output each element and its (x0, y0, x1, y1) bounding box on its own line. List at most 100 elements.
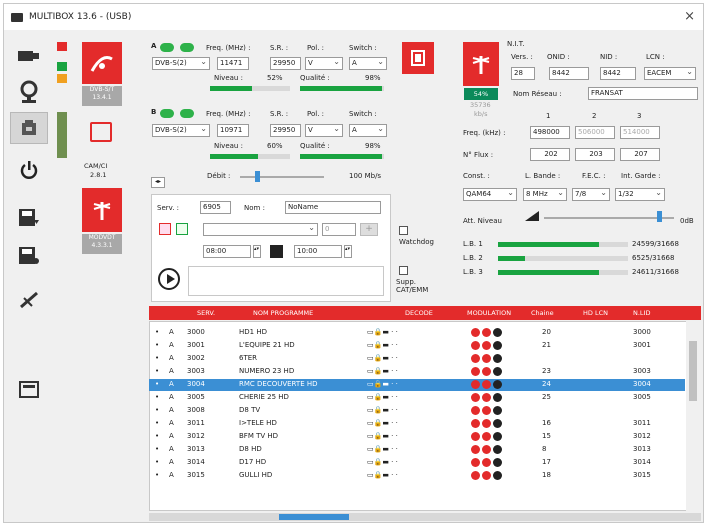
tuner-a-switch-select[interactable]: A (349, 57, 387, 70)
col-chaine[interactable]: Chaine (531, 309, 554, 317)
nom-reseau-input[interactable]: FRANSAT (588, 87, 698, 100)
add-service-green-icon[interactable] (176, 223, 188, 235)
debit-slider-thumb[interactable] (255, 171, 260, 182)
modulator-device-button[interactable] (82, 188, 122, 232)
nom-input[interactable]: NoName (285, 201, 381, 214)
antenna-tools-icon[interactable] (10, 284, 48, 316)
lbande-select[interactable]: 8 MHz (523, 188, 567, 201)
garde-select[interactable]: 1/32 (615, 188, 665, 201)
modulation-icons[interactable] (471, 406, 504, 415)
lcn-select[interactable]: EACEM (644, 67, 696, 80)
decode-icons[interactable]: ▭🔒▬ · · (367, 419, 398, 427)
decode-icons[interactable]: ▭🔒▬ · · (367, 380, 398, 388)
satellite-device-button[interactable] (82, 42, 122, 84)
power-icon[interactable] (10, 154, 48, 186)
close-button[interactable]: × (684, 9, 695, 24)
table-row[interactable]: • A 3013 D8 HD 8 3013 ▭🔒▬ · · (149, 444, 685, 456)
tuner-b-sr-input[interactable]: 29950 (270, 124, 301, 137)
decode-icons[interactable]: ▭🔒▬ · · (367, 367, 398, 375)
stop-icon[interactable] (270, 245, 283, 258)
modulation-icons[interactable] (471, 432, 504, 441)
table-row[interactable]: • A 3004 RMC DECOUVERTE HD 24 3004 ▭🔒▬ · · (149, 379, 685, 391)
nid-input[interactable]: 8442 (600, 67, 636, 80)
modulation-icons[interactable] (471, 341, 504, 350)
table-hscroll[interactable] (149, 513, 701, 521)
col-modulation[interactable]: MODULATION (467, 309, 511, 317)
display-icon[interactable] (10, 374, 48, 406)
table-row[interactable]: • A 3014 D17 HD 17 3014 ▭🔒▬ · · (149, 457, 685, 469)
tuner-b-toggle[interactable] (160, 109, 174, 118)
tuner-a-freq-input[interactable]: 11471 (217, 57, 249, 70)
modulation-icons[interactable] (471, 367, 504, 376)
decode-icons[interactable]: ▭🔒▬ · · (367, 393, 398, 401)
nflux-3-input[interactable]: 207 (620, 148, 660, 161)
table-vscroll[interactable] (686, 321, 700, 511)
modulation-icons[interactable] (471, 458, 504, 467)
tuner-b-std-select[interactable]: DVB-S(2) (152, 124, 210, 137)
tuner-a-std-select[interactable]: DVB-S(2) (152, 57, 210, 70)
modulation-icons[interactable] (471, 471, 504, 480)
device-icon[interactable] (10, 112, 48, 144)
location-icon[interactable] (10, 76, 48, 108)
col-hd-lcn[interactable]: HD LCN (583, 309, 608, 317)
modulation-icons[interactable] (471, 445, 504, 454)
table-row[interactable]: • A 3012 BFM TV HD 15 3012 ▭🔒▬ · · (149, 431, 685, 443)
add-service-icon[interactable] (159, 223, 171, 235)
fec-select[interactable]: 7/8 (572, 188, 610, 201)
expand-button[interactable]: ◂▸ (151, 177, 165, 188)
table-row[interactable]: • A 3011 I>TELE HD 16 3011 ▭🔒▬ · · (149, 418, 685, 430)
watchdog-checkbox[interactable] (399, 226, 408, 235)
col-serv[interactable]: SERV. (197, 309, 215, 317)
col-decode[interactable]: DECODE (405, 309, 433, 317)
col-nom-programme[interactable]: NOM PROGRAMME (253, 309, 313, 317)
save-icon[interactable] (10, 240, 48, 272)
att-slider[interactable] (544, 217, 674, 219)
tuner-a-pol-select[interactable]: V (305, 57, 343, 70)
freq-1-input[interactable]: 498000 (530, 126, 570, 139)
modulation-icons[interactable] (471, 354, 504, 363)
decode-icons[interactable]: ▭🔒▬ · · (367, 432, 398, 440)
table-row[interactable]: • A 3008 D8 TV ▭🔒▬ · · (149, 405, 685, 417)
tuner-b-pol-select[interactable]: V (305, 124, 343, 137)
table-row[interactable]: • A 3001 L'EQUIPE 21 HD 21 3001 ▭🔒▬ · · (149, 340, 685, 352)
tuner-b-freq-input[interactable]: 10971 (217, 124, 249, 137)
decode-icons[interactable]: ▭🔒▬ · · (367, 341, 398, 349)
service-add-button[interactable]: + (360, 223, 378, 236)
time-start-input[interactable]: 08:00 (203, 245, 251, 258)
decode-icons[interactable]: ▭🔒▬ · · (367, 328, 398, 336)
tuner-a-sr-input[interactable]: 29950 (270, 57, 301, 70)
decode-icons[interactable]: ▭🔒▬ · · (367, 458, 398, 466)
decode-icons[interactable]: ▭🔒▬ · · (367, 354, 398, 362)
serv-input[interactable]: 6905 (200, 201, 231, 214)
play-button[interactable] (158, 268, 180, 290)
supp-cat-checkbox[interactable] (399, 266, 408, 275)
time-start-spin[interactable]: ▴▾ (253, 245, 261, 258)
decode-icons[interactable]: ▭🔒▬ · · (367, 445, 398, 453)
const-select[interactable]: QAM64 (463, 188, 517, 201)
decode-icons[interactable]: ▭🔒▬ · · (367, 471, 398, 479)
service-select[interactable] (203, 223, 318, 236)
time-end-input[interactable]: 10:00 (294, 245, 342, 258)
table-row[interactable]: • A 3002 6TER ▭🔒▬ · · (149, 353, 685, 365)
debit-slider[interactable] (240, 176, 324, 178)
table-row[interactable]: • A 3000 HD1 HD 20 3000 ▭🔒▬ · · (149, 327, 685, 339)
tuner-a-toggle[interactable] (160, 43, 174, 52)
vers-input[interactable]: 28 (511, 67, 535, 80)
nflux-2-input[interactable]: 203 (575, 148, 615, 161)
onid-input[interactable]: 8442 (549, 67, 589, 80)
usb-icon[interactable] (10, 40, 48, 72)
table-vscroll-thumb[interactable] (689, 341, 697, 401)
modulation-icons[interactable] (471, 328, 504, 337)
tuner-b-switch-select[interactable]: A (349, 124, 387, 137)
col-n-lid[interactable]: N.LID (633, 309, 650, 317)
att-slider-thumb[interactable] (657, 211, 662, 222)
table-row[interactable]: • A 3003 NUMERO 23 HD 23 3003 ▭🔒▬ · · (149, 366, 685, 378)
modulation-icons[interactable] (471, 393, 504, 402)
freq-3-input[interactable]: 514000 (620, 126, 660, 139)
time-end-spin[interactable]: ▴▾ (344, 245, 352, 258)
modulation-icons[interactable] (471, 380, 504, 389)
nit-antenna-button[interactable] (463, 42, 499, 86)
table-hscroll-thumb[interactable] (279, 514, 349, 520)
service-spin[interactable]: 0 (322, 223, 356, 236)
cam-module-button[interactable] (402, 42, 434, 74)
